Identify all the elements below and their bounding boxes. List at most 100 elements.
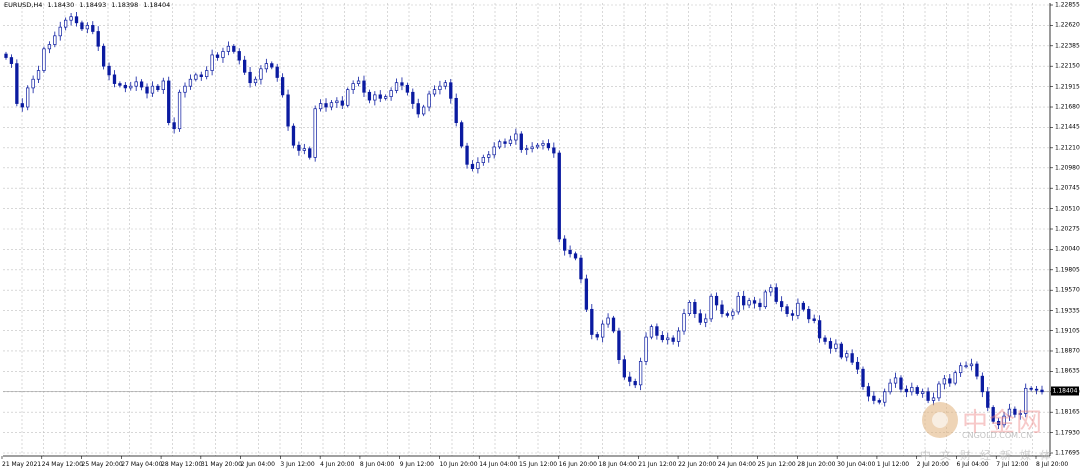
candle-body-bear (503, 141, 507, 144)
candle-body-bull (525, 148, 529, 151)
candle-body-bear (362, 80, 366, 93)
y-tick-label: 1.18870 (1055, 347, 1080, 355)
candle-body-bear (785, 306, 789, 315)
candle-body-bull (318, 103, 323, 110)
y-tick-label: 1.19805 (1055, 266, 1080, 274)
candle-body-bull (535, 144, 540, 148)
candle-body-bull (883, 391, 887, 403)
candle-body-bull (676, 330, 681, 342)
candle-body-bull (600, 323, 605, 338)
y-tick-label: 1.20040 (1055, 245, 1080, 253)
candle-body-bull (638, 361, 643, 386)
y-tick-label: 1.18635 (1055, 367, 1080, 375)
candle-body-bear (861, 368, 865, 387)
candle-body-bear (1040, 389, 1044, 393)
candle-body-bear (948, 378, 952, 384)
candle-body-bear (855, 361, 860, 370)
close-value: 1.18404 (143, 1, 171, 9)
x-tick-label: 25 May 20:00 (81, 461, 123, 468)
x-tick-label: 14 Jun 04:00 (479, 461, 518, 468)
candle-body-bull (42, 48, 46, 71)
x-tick-label: 24 May 12:00 (41, 461, 83, 468)
candle-body-bear (866, 386, 871, 397)
x-tick-label: 28 Jun 20:00 (797, 461, 836, 468)
candle-body-bear (243, 59, 247, 73)
candle-body-bear (573, 253, 578, 259)
grid (3, 3, 1050, 456)
candle-body-bear (1029, 387, 1033, 390)
candle-body-bull (644, 336, 648, 362)
candle-body-bull (704, 318, 708, 323)
candle-body-bull (356, 80, 361, 84)
candle-body-bull (221, 51, 225, 58)
y-tick-label: 1.20745 (1055, 184, 1080, 192)
candle-body-bear (454, 97, 458, 123)
candle-body-bear (96, 31, 100, 47)
x-tick-label: 21 Jun 12:00 (638, 461, 677, 468)
candle-body-bear (904, 388, 909, 393)
candle-body-bull (85, 25, 90, 30)
candle-body-bear (248, 71, 252, 84)
candle-body-bull (443, 82, 448, 87)
x-tick-label: 27 May 04:00 (121, 461, 163, 468)
candle-body-bear (286, 94, 290, 127)
candle-body-bear (801, 302, 805, 310)
candle-body-bear (237, 51, 241, 61)
x-tick-label: 25 Jun 12:00 (757, 461, 796, 468)
candle-body-bull (432, 89, 437, 95)
candle-body-bear (779, 301, 784, 308)
candle-body-bear (91, 25, 95, 32)
candle-body-bull (481, 157, 485, 163)
candle-body-bull (346, 89, 350, 106)
candle-body-bull (427, 93, 431, 108)
candle-body-bear (416, 103, 420, 115)
candle-body-bear (584, 278, 589, 310)
candle-body-bear (470, 163, 475, 170)
candle-body-bear (899, 377, 903, 390)
x-tick-label: 22 Jun 20:00 (678, 461, 717, 468)
y-tick-label: 1.21445 (1055, 123, 1080, 131)
watermark-logo: 中金网 CNGOLD.COM.CN 中文财经新媒体 (918, 398, 1078, 470)
candle-body-bull (476, 162, 480, 170)
candle-body-bull (177, 91, 182, 130)
y-tick-label: 1.20980 (1055, 164, 1080, 172)
candle-body-bull (313, 108, 317, 158)
candle-body-bear (15, 63, 19, 104)
x-tick-label: 15 Jun 12:00 (519, 461, 558, 468)
candle-body-bear (156, 85, 160, 91)
x-tick-label: 1 Jul 12:00 (876, 461, 910, 468)
candle-body-bear (1034, 388, 1039, 391)
candle-body-bull (226, 45, 231, 52)
candle-body-bear (617, 330, 621, 361)
y-tick-label: 1.19335 (1055, 307, 1080, 315)
candle-body-bull (508, 139, 513, 144)
candle-body-bull (26, 87, 30, 108)
candle-body-bull (64, 19, 68, 28)
candle-body-bear (74, 16, 79, 24)
x-tick-label: 24 Jun 04:00 (717, 461, 756, 468)
x-tick-label: 18 Jun 04:00 (598, 461, 637, 468)
x-tick-label: 9 Jun 12:00 (399, 461, 434, 468)
candle-body-bear (752, 300, 757, 304)
candle-body-bull (351, 83, 355, 91)
y-tick-label: 1.19570 (1055, 286, 1080, 294)
x-tick-label: 21 May 2021 (2, 461, 42, 468)
candle-body-bull (736, 295, 740, 313)
candle-body-bear (633, 381, 637, 386)
chart-window[interactable]: EURUSD,H4 1.18430 1.18493 1.18398 1.1840… (0, 0, 1080, 473)
x-tick-label: 28 May 12:00 (161, 461, 203, 468)
candle-body-bear (758, 302, 762, 308)
candle-body-bear (459, 122, 464, 147)
candle-body-bull (183, 85, 187, 93)
candle-body-bull (205, 70, 209, 77)
y-tick-label: 1.19105 (1055, 327, 1080, 335)
y-tick-label: 1.22855 (1055, 1, 1080, 9)
candle-body-bear (655, 326, 659, 336)
x-tick-label: 3 Jun 12:00 (280, 461, 315, 468)
candle-body-bear (980, 375, 984, 393)
candle-body-bear (123, 84, 127, 89)
candle-body-bull (373, 94, 377, 101)
candle-body-bull (264, 63, 269, 70)
candle-body-bear (199, 74, 203, 77)
candle-body-bull (541, 143, 545, 146)
